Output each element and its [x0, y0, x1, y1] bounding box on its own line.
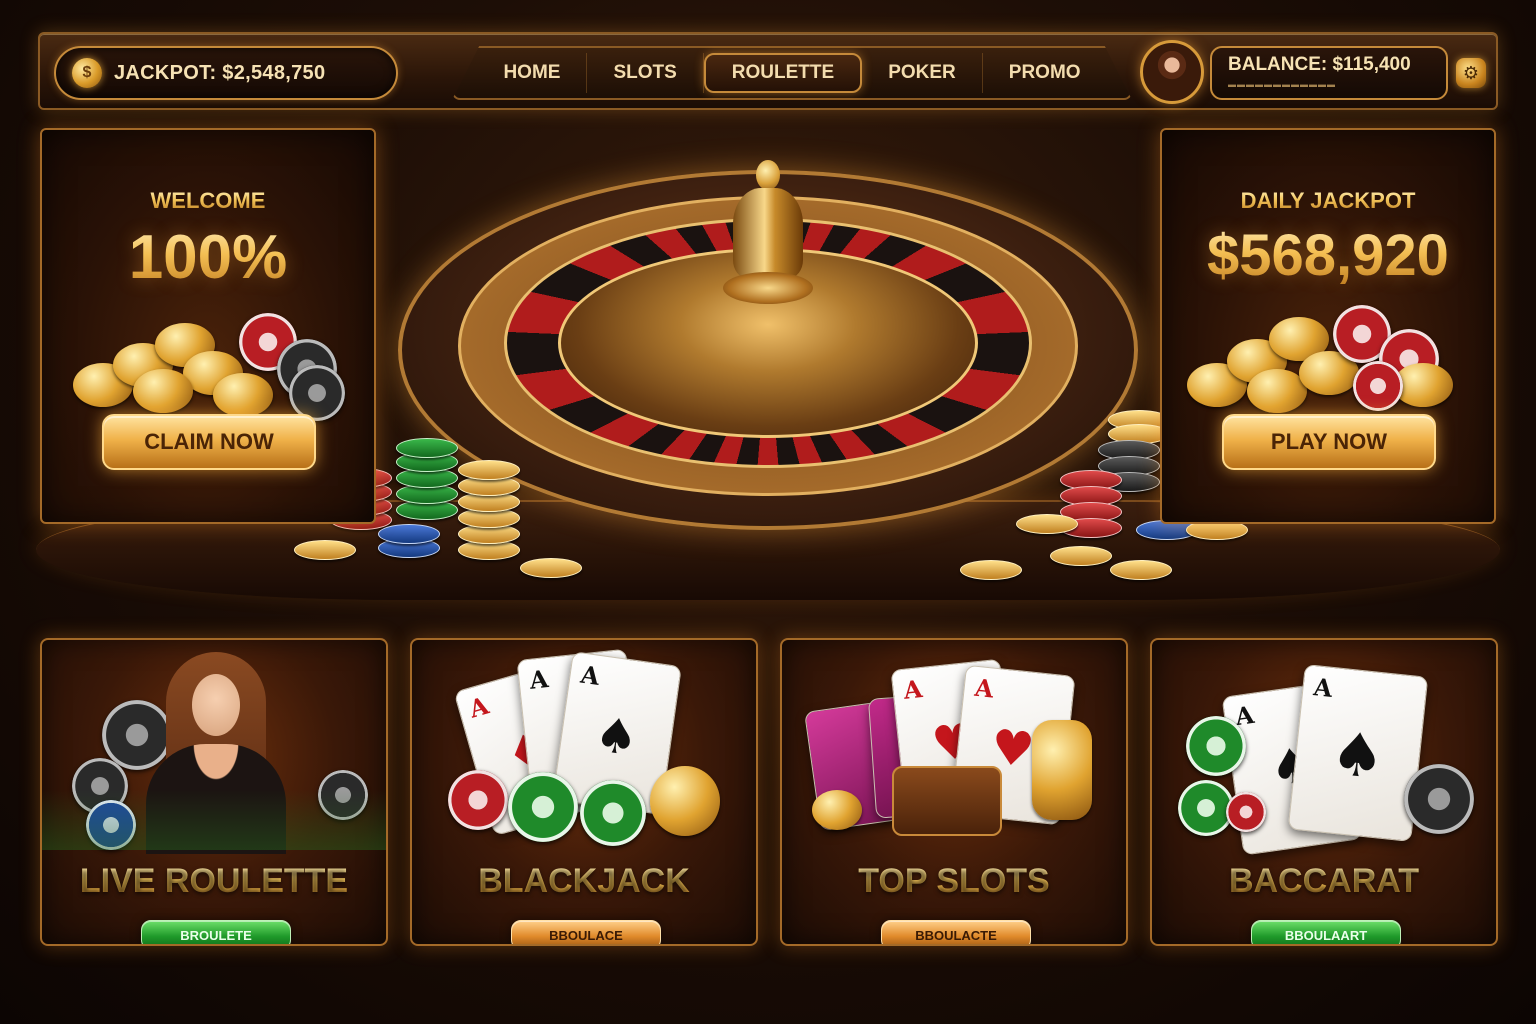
- coin-pile-illustration: [1183, 299, 1473, 419]
- main-nav: HOME SLOTS ROULETTE POKER PROMO: [452, 46, 1132, 100]
- play-now-button[interactable]: PLAY NOW: [1222, 414, 1436, 470]
- game-title: TOP SLOTS: [782, 862, 1126, 901]
- coin-icon: $: [72, 58, 102, 88]
- top-slots-art: A ♥ A ♥: [782, 640, 1126, 850]
- balance-label: BALANCE: $115,400: [1228, 54, 1411, 75]
- game-title: LIVE ROULETTE: [42, 862, 386, 901]
- balance-subtext: ▬▬▬▬▬▬▬▬▬▬▬▬: [1228, 80, 1336, 89]
- promo-kicker: DAILY JACKPOT: [1162, 188, 1494, 214]
- user-avatar[interactable]: [1140, 40, 1204, 104]
- nav-promo[interactable]: PROMO: [983, 53, 1107, 93]
- live-roulette-button[interactable]: BROULETE: [141, 920, 291, 944]
- game-card-top-slots[interactable]: A ♥ A ♥ TOP SLOTS BBOULACTE: [780, 638, 1128, 946]
- nav-roulette[interactable]: ROULETTE: [703, 53, 863, 93]
- gear-icon[interactable]: ⚙: [1456, 58, 1486, 88]
- promo-kicker: WELCOME: [42, 188, 374, 214]
- nav-slots[interactable]: SLOTS: [587, 53, 704, 93]
- blackjack-button[interactable]: BBOULACE: [511, 920, 661, 944]
- game-title: BACCARAT: [1152, 862, 1496, 901]
- promo-headline: 100%: [42, 222, 374, 293]
- jackpot-display: $ JACKPOT: $2,548,750: [54, 46, 398, 100]
- daily-jackpot-panel: DAILY JACKPOT $568,920 PLAY NOW: [1160, 128, 1496, 524]
- baccarat-art: A ♠ A ♠: [1152, 640, 1496, 856]
- promo-headline: $568,920: [1162, 222, 1494, 289]
- live-roulette-art: [42, 640, 386, 854]
- wheel-turret: [723, 160, 813, 320]
- balance-display: BALANCE: $115,400 ▬▬▬▬▬▬▬▬▬▬▬▬: [1210, 46, 1448, 100]
- nav-poker[interactable]: POKER: [862, 53, 983, 93]
- coin-pile-illustration: [63, 303, 353, 423]
- top-bar: $ JACKPOT: $2,548,750 HOME SLOTS ROULETT…: [38, 32, 1498, 110]
- claim-now-button[interactable]: CLAIM NOW: [102, 414, 316, 470]
- game-card-blackjack[interactable]: A♦ A♠ A♠ BLACKJACK BBOULACE: [410, 638, 758, 946]
- game-title: BLACKJACK: [412, 862, 756, 901]
- game-card-live-roulette[interactable]: LIVE ROULETTE BROULETE: [40, 638, 388, 946]
- game-card-baccarat[interactable]: A ♠ A ♠ BACCARAT BBOULAART: [1150, 638, 1498, 946]
- jackpot-label: JACKPOT: $2,548,750: [114, 61, 326, 84]
- baccarat-button[interactable]: BBOULAART: [1251, 920, 1401, 944]
- nav-home[interactable]: HOME: [477, 53, 588, 93]
- top-slots-button[interactable]: BBOULACTE: [881, 920, 1031, 944]
- welcome-promo-panel: WELCOME 100% CLAIM NOW: [40, 128, 376, 524]
- blackjack-art: A♦ A♠ A♠: [412, 640, 756, 850]
